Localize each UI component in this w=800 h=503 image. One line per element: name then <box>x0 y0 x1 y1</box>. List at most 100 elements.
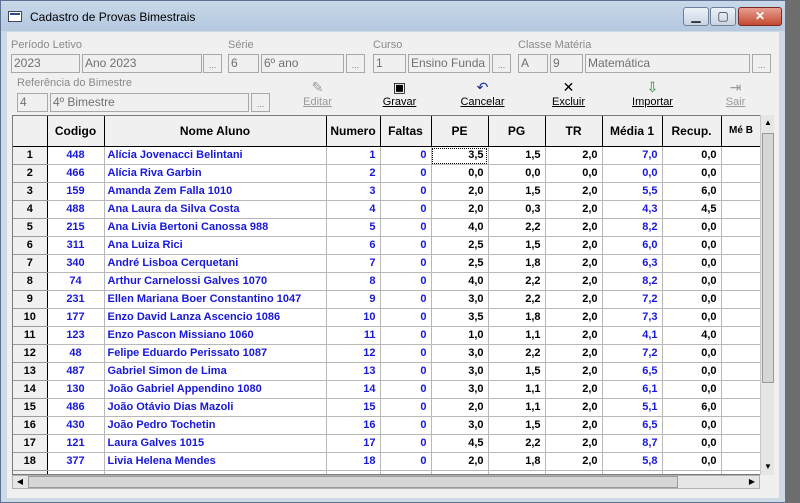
cell-media1[interactable]: 4,1 <box>602 326 663 345</box>
cell-pe[interactable]: 3,0 <box>431 416 489 435</box>
row-number[interactable]: 6 <box>13 236 48 255</box>
cell-codigo[interactable]: 430 <box>47 416 105 435</box>
cell-media-b[interactable] <box>721 362 762 381</box>
cell-nome[interactable]: João Pedro Tochetin <box>104 416 327 435</box>
cell-codigo[interactable]: 311 <box>47 236 105 255</box>
cell-pe[interactable]: 2,5 <box>431 254 489 273</box>
cell-pe[interactable]: 0,0 <box>431 164 489 183</box>
column-header-nome[interactable]: Nome Aluno <box>104 116 327 147</box>
column-header-faltas[interactable]: Faltas <box>380 116 432 147</box>
cell-codigo[interactable]: 215 <box>47 218 105 237</box>
cell-media-b[interactable] <box>721 344 762 363</box>
cell-tr[interactable]: 2,0 <box>545 254 603 273</box>
cell-numero[interactable]: 8 <box>326 272 381 291</box>
cell-numero[interactable]: 2 <box>326 164 381 183</box>
row-number[interactable]: 16 <box>13 416 48 435</box>
cell-media-b[interactable] <box>721 182 762 201</box>
cell-numero[interactable]: 1 <box>326 146 381 165</box>
cell-nome[interactable]: Felipe Eduardo Perissato 1087 <box>104 344 327 363</box>
cell-tr[interactable]: 2,0 <box>545 452 603 471</box>
column-header-pe[interactable]: PE <box>431 116 489 147</box>
cell-pg[interactable]: 1,1 <box>488 398 546 417</box>
cell-media1[interactable]: 7,2 <box>602 344 663 363</box>
table-row[interactable]: 4 488 Ana Laura da Silva Costa 4 0 2,0 0,3 2,0 4… <box>13 200 762 219</box>
table-row[interactable]: 5 215 Ana Livia Bertoni Canossa 988 5 0 4,0 2,… <box>13 218 762 237</box>
cell-recup[interactable]: 6,0 <box>662 182 722 201</box>
cell-media-b[interactable] <box>721 164 762 183</box>
column-header-media-b[interactable]: Mé B <box>721 116 762 147</box>
cell-tr[interactable]: 2,0 <box>545 308 603 327</box>
table-row[interactable]: 15 486 João Otávio Dias Mazoli 15 0 2,0 1,1 2,0… <box>13 398 762 417</box>
row-number[interactable]: 11 <box>13 326 48 345</box>
cell-media-b[interactable] <box>721 290 762 309</box>
table-row[interactable]: 16 430 João Pedro Tochetin 16 0 3,0 1,5 2,0 6,5 0… <box>13 416 762 435</box>
cell-tr[interactable]: 2,0 <box>545 362 603 381</box>
cell-numero[interactable]: 5 <box>326 218 381 237</box>
cell-faltas[interactable]: 0 <box>380 344 432 363</box>
cell-media1[interactable]: 5,8 <box>602 452 663 471</box>
cell-codigo[interactable]: 48 <box>47 344 105 363</box>
table-row[interactable]: 7 340 André Lisboa Cerquetani 7 0 2,5 1,8 2,0 6,… <box>13 254 762 273</box>
cell-numero[interactable]: 10 <box>326 308 381 327</box>
cell-media1[interactable]: 5,1 <box>602 398 663 417</box>
periodo-lookup-button[interactable]: ... <box>203 54 222 73</box>
cell-recup[interactable]: 0,0 <box>662 416 722 435</box>
cell-pg[interactable]: 0,0 <box>488 164 546 183</box>
horizontal-scrollbar[interactable]: ◀ ▶ <box>12 475 760 489</box>
cell-nome[interactable]: João Otávio Dias Mazoli <box>104 398 327 417</box>
cell-recup[interactable]: 0,0 <box>662 452 722 471</box>
cell-nome[interactable]: Laura Galves 1015 <box>104 434 327 453</box>
close-button[interactable]: ✕ <box>738 7 782 26</box>
cell-media1[interactable]: 5,5 <box>602 182 663 201</box>
table-row[interactable]: 6 311 Ana Luiza Rici 6 0 2,5 1,5 2,0 6,0 0,0 <box>13 236 762 255</box>
curso-code-field[interactable]: 1 <box>373 54 406 73</box>
cell-media1[interactable]: 4,3 <box>602 200 663 219</box>
table-row[interactable]: 3 159 Amanda Zem Falla 1010 3 0 2,0 1,5 2,0 5,5 6… <box>13 182 762 201</box>
cell-media-b[interactable] <box>721 308 762 327</box>
cell-media1[interactable]: 8,2 <box>602 218 663 237</box>
row-number[interactable]: 12 <box>13 344 48 363</box>
cell-pe[interactable]: 4,0 <box>431 272 489 291</box>
serie-field[interactable]: 6º ano <box>261 54 344 73</box>
cell-faltas[interactable]: 0 <box>380 218 432 237</box>
serie-lookup-button[interactable]: ... <box>346 54 365 73</box>
cell-pg[interactable]: 1,5 <box>488 236 546 255</box>
cell-pe[interactable]: 2,0 <box>431 452 489 471</box>
cell-codigo[interactable]: 448 <box>47 146 105 165</box>
column-header-pg[interactable]: PG <box>488 116 546 147</box>
cell-tr[interactable]: 2,0 <box>545 272 603 291</box>
cell-pg[interactable]: 2,2 <box>488 218 546 237</box>
column-header-recup[interactable]: Recup. <box>662 116 722 147</box>
table-row[interactable]: 11 123 Enzo Pascon Missiano 1060 11 0 1,0 1,1 2… <box>13 326 762 345</box>
cell-pg[interactable]: 0,3 <box>488 200 546 219</box>
cell-faltas[interactable]: 0 <box>380 308 432 327</box>
horizontal-scroll-thumb[interactable] <box>28 476 678 488</box>
cell-pg[interactable]: 1,1 <box>488 380 546 399</box>
cell-faltas[interactable]: 0 <box>380 272 432 291</box>
cell-faltas[interactable]: 0 <box>380 236 432 255</box>
cell-numero[interactable]: 7 <box>326 254 381 273</box>
cell-nome[interactable]: Ellen Mariana Boer Constantino 1047 <box>104 290 327 309</box>
cell-pg[interactable]: 1,5 <box>488 146 546 165</box>
cell-pg[interactable]: 2,2 <box>488 272 546 291</box>
cell-codigo[interactable]: 74 <box>47 272 105 291</box>
vertical-scroll-thumb[interactable] <box>762 133 774 383</box>
cell-codigo[interactable]: 123 <box>47 326 105 345</box>
column-header-media1[interactable]: Média 1 <box>602 116 663 147</box>
cell-numero[interactable]: 11 <box>326 326 381 345</box>
cell-pg[interactable]: 1,5 <box>488 362 546 381</box>
materia-lookup-button[interactable]: ... <box>752 54 771 73</box>
save-button[interactable]: ▣ Gravar <box>362 78 437 115</box>
cell-recup[interactable]: 0,0 <box>662 290 722 309</box>
cell-numero[interactable]: 17 <box>326 434 381 453</box>
exit-button[interactable]: ⇥ Sair <box>698 78 773 115</box>
table-row[interactable]: 9 231 Ellen Mariana Boer Constantino 1047 9… <box>13 290 762 309</box>
cell-media-b[interactable] <box>721 380 762 399</box>
cell-pg[interactable]: 1,8 <box>488 452 546 471</box>
cell-pe[interactable]: 3,0 <box>431 362 489 381</box>
cell-media1[interactable]: 0,0 <box>602 164 663 183</box>
cell-recup[interactable]: 0,0 <box>662 272 722 291</box>
cell-pg[interactable]: 2,2 <box>488 344 546 363</box>
cell-media1[interactable]: 6,5 <box>602 416 663 435</box>
table-row[interactable]: 12 48 Felipe Eduardo Perissato 1087 12 0 3,0 2… <box>13 344 762 363</box>
